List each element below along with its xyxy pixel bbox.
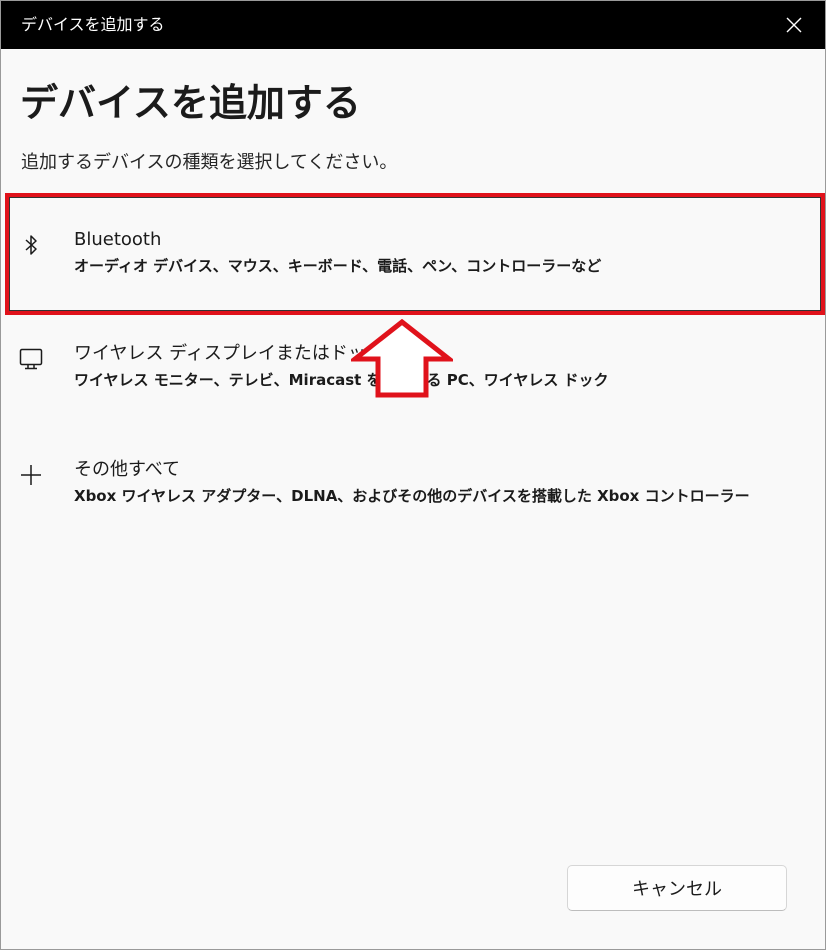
page-subtitle: 追加するデバイスの種類を選択してください。: [21, 152, 398, 173]
close-icon: [786, 17, 802, 33]
option-description: Xbox ワイヤレス アダプター、DLNA、およびその他のデバイスを搭載した X…: [74, 487, 750, 505]
plus-icon: [21, 465, 41, 485]
title-bar: デバイスを追加する: [1, 1, 825, 49]
option-label: Bluetooth: [74, 229, 162, 250]
add-device-dialog: デバイスを追加する デバイスを追加する 追加するデバイスの種類を選択してください…: [0, 0, 826, 950]
window-title: デバイスを追加する: [21, 15, 165, 34]
option-bluetooth[interactable]: Bluetooth オーディオ デバイス、マウス、キーボード、電話、ペン、コント…: [7, 199, 819, 309]
option-label: その他すべて: [74, 459, 181, 480]
option-description: オーディオ デバイス、マウス、キーボード、電話、ペン、コントローラーなど: [74, 257, 602, 275]
bluetooth-icon: [25, 235, 37, 255]
page-title: デバイスを追加する: [20, 81, 361, 125]
cancel-button[interactable]: キャンセル: [567, 865, 787, 911]
option-description: ワイヤレス モニター、テレビ、Miracast を使用する PC、ワイヤレス ド…: [74, 371, 609, 389]
option-label: ワイヤレス ディスプレイまたはドック: [74, 343, 384, 364]
close-button[interactable]: [763, 1, 825, 49]
monitor-icon: [19, 348, 43, 370]
option-wireless-display[interactable]: ワイヤレス ディスプレイまたはドック ワイヤレス モニター、テレビ、Miraca…: [7, 313, 819, 423]
option-everything-else[interactable]: その他すべて Xbox ワイヤレス アダプター、DLNA、およびその他のデバイス…: [7, 429, 819, 539]
